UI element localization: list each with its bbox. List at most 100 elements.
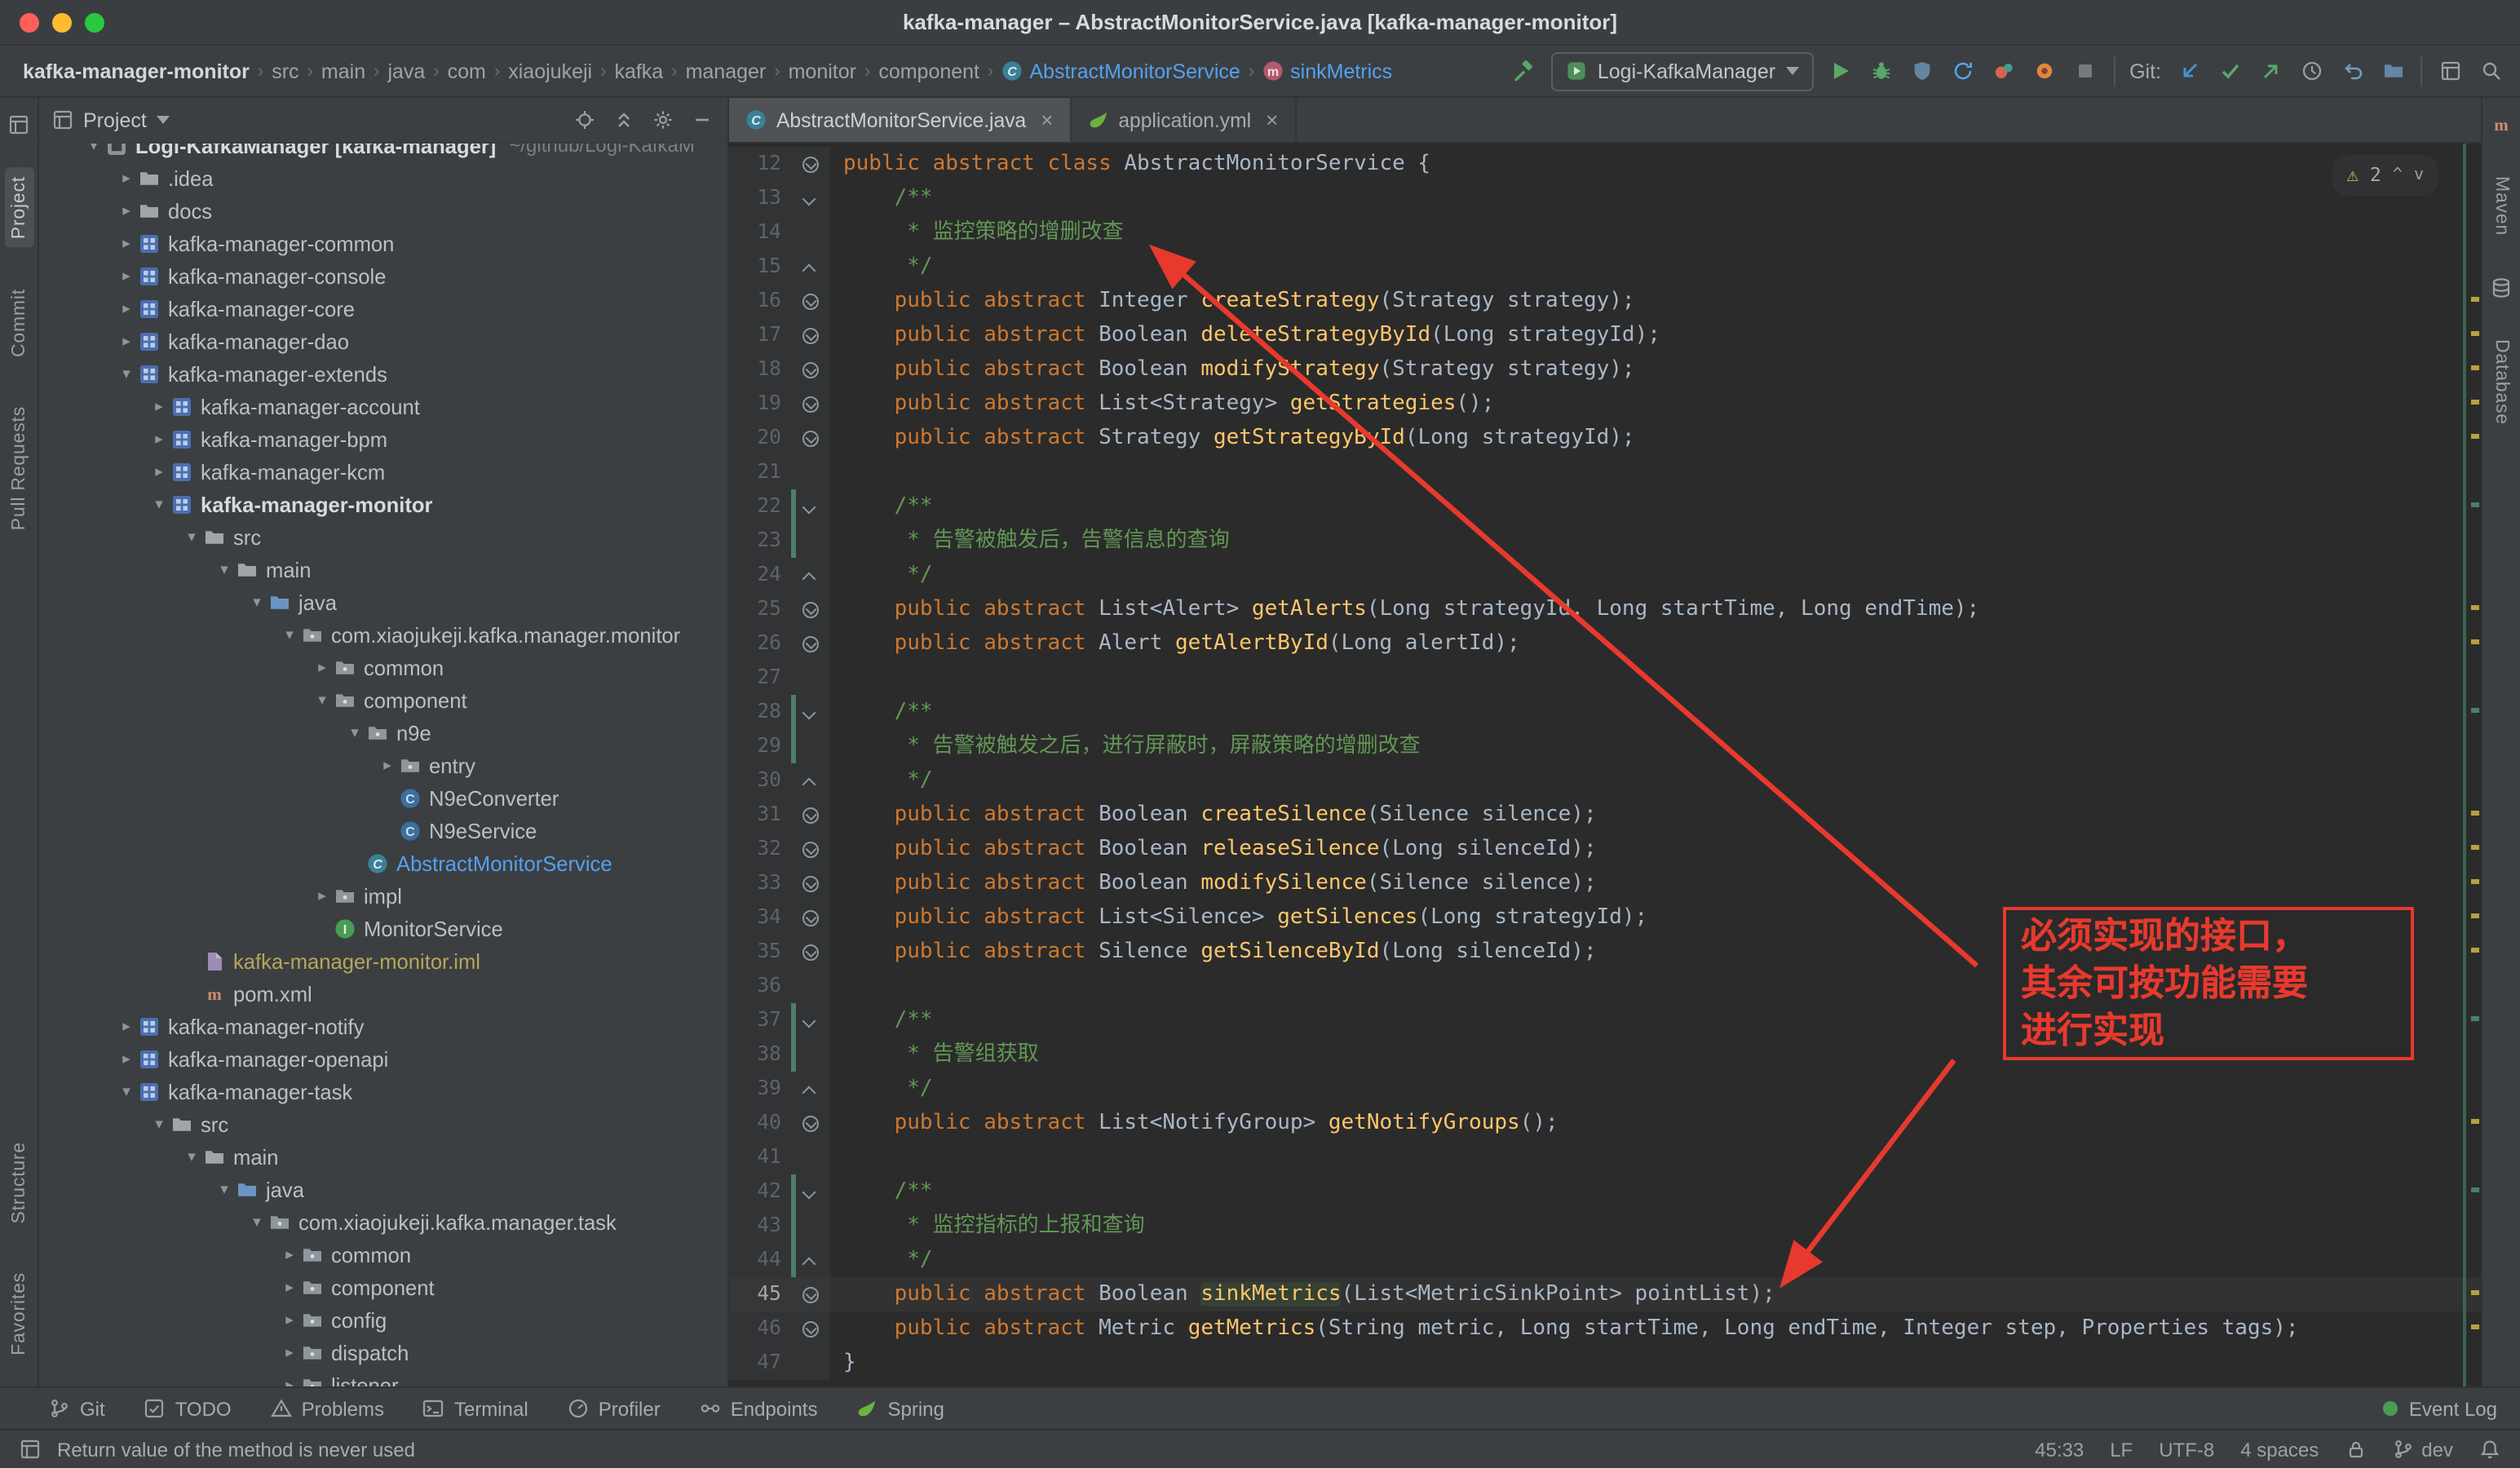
warning-stripe-mark[interactable]	[2471, 811, 2479, 816]
tree-item-n9eservice[interactable]: CN9eService	[39, 814, 727, 847]
tool-window-button-pull-requests[interactable]: Pull Requests	[4, 397, 33, 537]
run-config-select[interactable]: Logi-KafkaManager	[1552, 51, 1813, 91]
breadcrumb-item[interactable]: CAbstractMonitorService	[1001, 60, 1240, 82]
tree-item-abstractmonitorservice[interactable]: CAbstractMonitorService	[39, 847, 727, 879]
tree-item-listener[interactable]: ▸listener	[39, 1369, 727, 1386]
implemented-marker-icon[interactable]	[802, 327, 819, 343]
tree-item-entry[interactable]: ▸entry	[39, 749, 727, 781]
change-stripe-mark[interactable]	[2471, 502, 2479, 507]
expand-arrow-icon[interactable]: ▸	[114, 1050, 139, 1068]
tool-window-button-todo[interactable]: TODO	[144, 1397, 232, 1420]
expand-arrow-icon[interactable]: ▸	[375, 756, 400, 774]
fold-icon[interactable]	[802, 705, 816, 719]
implemented-marker-icon[interactable]	[802, 293, 819, 309]
line-separator[interactable]: LF	[2110, 1438, 2133, 1461]
stop-button[interactable]	[2072, 58, 2098, 84]
breadcrumb-item[interactable]: java	[387, 60, 425, 82]
tool-window-button-commit[interactable]: Commit	[4, 280, 33, 365]
breadcrumb-item[interactable]: xiaojukeji	[508, 60, 592, 82]
warning-stripe-mark[interactable]	[2471, 331, 2479, 336]
git-branch-widget[interactable]: dev	[2392, 1438, 2453, 1461]
tree-item-kafka-manager-extends[interactable]: ▾kafka-manager-extends	[39, 357, 727, 390]
implemented-marker-icon[interactable]	[802, 1320, 819, 1337]
breadcrumb-item[interactable]: kafka-manager-monitor	[23, 60, 250, 82]
collapse-arrow-icon[interactable]: ▾	[82, 144, 106, 154]
warning-stripe-mark[interactable]	[2471, 913, 2479, 918]
chevron-down-icon[interactable]	[157, 116, 170, 124]
build-hammer-icon[interactable]	[1511, 58, 1537, 84]
tree-item-n9e[interactable]: ▾n9e	[39, 716, 727, 749]
warning-stripe-mark[interactable]	[2471, 1290, 2479, 1295]
tree-item-kafka-manager-bpm[interactable]: ▸kafka-manager-bpm	[39, 422, 727, 455]
tree-item-java[interactable]: ▾java	[39, 1173, 727, 1205]
code-line[interactable]: 39 */	[729, 1072, 2481, 1106]
expand-arrow-icon[interactable]: ▸	[147, 397, 171, 415]
zoom-window-button[interactable]	[85, 13, 104, 33]
breadcrumb-item[interactable]: component	[878, 60, 979, 82]
expand-arrow-icon[interactable]: ▸	[114, 201, 139, 219]
code-line[interactable]: 29 * 告警被触发之后，进行屏蔽时，屏蔽策略的增删改查	[729, 729, 2481, 763]
code-line[interactable]: 41	[729, 1140, 2481, 1174]
warning-stripe-mark[interactable]	[2471, 639, 2479, 644]
close-icon[interactable]: ×	[1266, 108, 1278, 132]
indent-style[interactable]: 4 spaces	[2240, 1438, 2319, 1461]
tree-item-kafka-manager-kcm[interactable]: ▸kafka-manager-kcm	[39, 455, 727, 488]
code-line[interactable]: 15 */	[729, 250, 2481, 284]
collapse-arrow-icon[interactable]: ▾	[147, 1115, 171, 1133]
code-line[interactable]: 16 public abstract Integer createStrateg…	[729, 284, 2481, 318]
collapse-arrow-icon[interactable]: ▾	[179, 528, 204, 546]
tree-item-kafka-manager-monitor[interactable]: ▾kafka-manager-monitor	[39, 488, 727, 520]
code-line[interactable]: 22 /**	[729, 489, 2481, 524]
git-push-button[interactable]	[2257, 58, 2283, 84]
expand-arrow-icon[interactable]: ▸	[277, 1278, 302, 1296]
tree-item-src[interactable]: ▾src	[39, 1108, 727, 1140]
database-icon[interactable]	[2491, 276, 2512, 298]
collapse-arrow-icon[interactable]: ▾	[245, 1213, 269, 1231]
git-shelf-button[interactable]	[2380, 58, 2406, 84]
tree-item-java[interactable]: ▾java	[39, 586, 727, 618]
expand-arrow-icon[interactable]: ▸	[114, 169, 139, 187]
code-line[interactable]: 23 * 告警被触发后，告警信息的查询	[729, 524, 2481, 558]
expand-arrow-icon[interactable]: ▸	[147, 430, 171, 448]
code-line[interactable]: 21	[729, 455, 2481, 489]
breadcrumb-item[interactable]: monitor	[789, 60, 856, 82]
expand-arrow-icon[interactable]: ▸	[310, 887, 334, 904]
layout-button[interactable]	[2437, 58, 2463, 84]
tool-window-button-structure[interactable]: Structure	[4, 1134, 33, 1232]
breadcrumb-item[interactable]: kafka	[614, 60, 663, 82]
breadcrumb-item[interactable]: msinkMetrics	[1262, 60, 1392, 82]
breadcrumb-item[interactable]: src	[272, 60, 298, 82]
tool-window-button-problems[interactable]: Problems	[271, 1397, 384, 1420]
warning-stripe-mark[interactable]	[2471, 400, 2479, 405]
collapse-arrow-icon[interactable]: ▾	[179, 1147, 204, 1165]
code-line[interactable]: 18 public abstract Boolean modifyStrateg…	[729, 352, 2481, 387]
tree-item-src[interactable]: ▾src	[39, 520, 727, 553]
fold-icon[interactable]	[802, 572, 816, 586]
tree-item-dispatch[interactable]: ▸dispatch	[39, 1336, 727, 1369]
lock-icon[interactable]	[2345, 1439, 2366, 1460]
tree-item-kafka-manager-openapi[interactable]: ▸kafka-manager-openapi	[39, 1042, 727, 1075]
bell-icon[interactable]	[2479, 1439, 2500, 1460]
locate-icon[interactable]	[571, 107, 597, 133]
expand-arrow-icon[interactable]: ▸	[114, 299, 139, 317]
collapse-arrow-icon[interactable]: ▾	[277, 626, 302, 643]
breadcrumb-item[interactable]: main	[321, 60, 365, 82]
change-stripe-mark[interactable]	[2471, 1187, 2479, 1192]
expand-arrow-icon[interactable]: ▸	[114, 1017, 139, 1035]
change-stripe-mark[interactable]	[2471, 708, 2479, 713]
tree-item-kafka-manager-monitor-iml[interactable]: kafka-manager-monitor.iml	[39, 944, 727, 977]
tree-item-com-xiaojukeji-kafka-manager-monitor[interactable]: ▾com.xiaojukeji.kafka.manager.monitor	[39, 618, 727, 651]
expand-arrow-icon[interactable]: ▸	[277, 1343, 302, 1361]
warning-stripe-mark[interactable]	[2471, 365, 2479, 370]
code-line[interactable]: 32 public abstract Boolean releaseSilenc…	[729, 832, 2481, 866]
tree-item-common[interactable]: ▸common	[39, 651, 727, 683]
fold-icon[interactable]	[802, 192, 816, 206]
git-rollback-button[interactable]	[2339, 58, 2365, 84]
code-line[interactable]: 45 public abstract Boolean sinkMetrics(L…	[729, 1277, 2481, 1311]
expand-arrow-icon[interactable]: ▸	[277, 1376, 302, 1386]
implemented-marker-icon[interactable]	[802, 361, 819, 378]
fold-icon[interactable]	[802, 1014, 816, 1028]
close-icon[interactable]: ×	[1041, 108, 1053, 132]
fold-icon[interactable]	[802, 1185, 816, 1199]
git-history-button[interactable]	[2298, 58, 2324, 84]
